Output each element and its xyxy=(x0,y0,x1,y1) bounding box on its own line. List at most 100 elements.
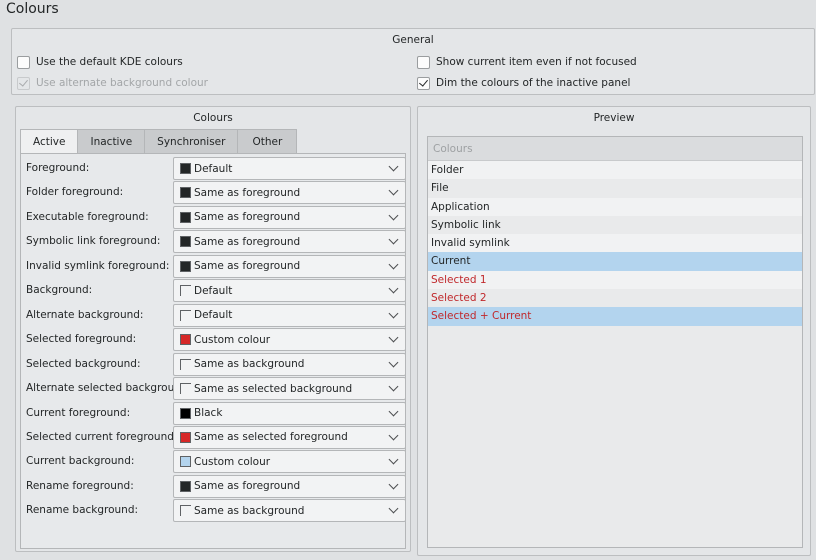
colour-combobox[interactable]: Black xyxy=(173,401,406,425)
colour-swatch xyxy=(180,456,191,468)
chevron-down-icon xyxy=(388,259,399,270)
chevron-down-icon xyxy=(388,332,399,343)
preview-list-item[interactable]: Selected + Current xyxy=(428,307,802,326)
default-kde-colours-option[interactable]: Use the default KDE colours xyxy=(17,54,183,70)
default-kde-colours-label: Use the default KDE colours xyxy=(36,56,183,68)
show-current-item-checkbox[interactable] xyxy=(417,55,430,69)
colours-group: Colours Active Inactive Synchroniser Oth… xyxy=(15,106,411,552)
chevron-down-icon xyxy=(388,381,399,392)
colour-swatch xyxy=(180,358,191,370)
preview-list-item[interactable]: Invalid symlink xyxy=(428,234,802,253)
preview-list-item[interactable]: Current xyxy=(428,252,802,271)
colour-combobox[interactable]: Default xyxy=(173,279,406,303)
colour-swatch xyxy=(180,407,191,419)
colour-combobox-value: Same as foreground xyxy=(194,235,301,248)
default-kde-colours-checkbox[interactable] xyxy=(17,55,30,69)
colour-combobox[interactable]: Default xyxy=(173,157,406,180)
colour-row: Rename background: Same as background xyxy=(23,499,406,523)
colour-combobox[interactable]: Same as background xyxy=(173,499,406,523)
colour-row: Folder foreground: Same as foreground xyxy=(23,181,406,205)
colour-combobox[interactable]: Same as selected background xyxy=(173,377,406,401)
colour-combobox-value: Same as foreground xyxy=(194,480,301,493)
preview-items: Folder File Application Symbolic link Invali… xyxy=(428,161,802,326)
preview-group-title: Preview xyxy=(593,112,635,124)
colour-row-label: Rename foreground: xyxy=(26,479,134,492)
colour-row-label: Alternate selected background: xyxy=(26,382,192,395)
colour-swatch xyxy=(180,334,191,346)
colour-combobox[interactable]: Same as selected foreground xyxy=(173,425,406,449)
dim-inactive-panel-checkbox[interactable] xyxy=(417,76,430,90)
chevron-down-icon xyxy=(388,357,399,368)
colour-row: Invalid symlink foreground: Same as foreg… xyxy=(23,254,406,279)
show-current-item-option[interactable]: Show current item even if not focused xyxy=(417,54,637,70)
preview-list-item[interactable]: File xyxy=(428,179,802,198)
colour-combobox-value: Default xyxy=(194,309,233,322)
show-current-item-label: Show current item even if not focused xyxy=(436,56,637,68)
colour-row-label: Current foreground: xyxy=(26,406,131,419)
colour-row: Current foreground: Black xyxy=(23,401,406,426)
general-group-title: General xyxy=(392,34,434,46)
colour-row-label: Selected current foreground: xyxy=(26,430,178,443)
colour-combobox-value: Same as foreground xyxy=(194,186,301,199)
chevron-down-icon xyxy=(388,210,399,221)
colour-combobox-value: Same as selected background xyxy=(194,382,353,395)
chevron-down-icon xyxy=(388,430,399,441)
colour-combobox-value: Same as foreground xyxy=(194,211,301,224)
chevron-down-icon xyxy=(388,308,399,319)
preview-list-header[interactable]: Colours xyxy=(428,137,802,161)
colour-swatch xyxy=(180,187,191,199)
colour-combobox-value: Default xyxy=(194,284,233,297)
colour-row: Current background: Custom colour xyxy=(23,450,406,474)
colour-row-label: Executable foreground: xyxy=(26,210,149,223)
colours-group-title: Colours xyxy=(193,112,233,124)
preview-list-item[interactable]: Selected 1 xyxy=(428,270,802,290)
colour-combobox[interactable]: Same as foreground xyxy=(173,181,406,205)
dim-inactive-panel-option[interactable]: Dim the colours of the inactive panel xyxy=(417,75,630,91)
colour-row-label: Selected background: xyxy=(26,357,141,370)
chevron-down-icon xyxy=(388,454,399,465)
colour-combobox-value: Black xyxy=(194,407,223,419)
preview-list-item[interactable]: Selected 2 xyxy=(428,289,802,308)
preview-list-item[interactable]: Symbolic link xyxy=(428,215,802,235)
tab-synchroniser[interactable]: Synchroniser xyxy=(144,129,239,153)
general-group: General Use the default KDE colours Show… xyxy=(11,28,815,95)
colour-combobox-value: Same as background xyxy=(194,504,305,517)
colour-row: Executable foreground: Same as foreground xyxy=(23,205,406,230)
colour-swatch xyxy=(180,309,191,321)
colour-row-label: Rename background: xyxy=(26,504,139,517)
chevron-down-icon xyxy=(388,283,399,294)
alternate-background-label: Use alternate background colour xyxy=(36,77,208,89)
colour-swatch xyxy=(180,480,191,492)
colour-row-label: Selected foreground: xyxy=(26,333,137,346)
colour-combobox[interactable]: Same as foreground xyxy=(173,474,406,498)
chevron-down-icon xyxy=(388,479,399,490)
colour-swatch xyxy=(180,285,191,297)
colour-combobox[interactable]: Same as background xyxy=(173,352,406,376)
colour-row-label: Alternate background: xyxy=(26,308,144,321)
preview-list-item[interactable]: Application xyxy=(428,197,802,216)
colour-row: Selected current foreground: Same as sele… xyxy=(23,425,406,450)
colour-combobox[interactable]: Default xyxy=(173,303,406,327)
preview-list[interactable]: Colours Folder File Application Symbolic li… xyxy=(427,136,803,548)
colour-combobox[interactable]: Custom colour xyxy=(173,450,406,474)
preview-list-item[interactable]: Folder xyxy=(428,161,802,180)
tab-other[interactable]: Other xyxy=(237,129,298,153)
alternate-background-option: Use alternate background colour xyxy=(17,75,208,91)
colour-row-label: Current background: xyxy=(26,455,135,468)
colour-swatch xyxy=(180,236,191,248)
alternate-background-checkbox xyxy=(17,76,30,90)
colour-row-label: Symbolic link foreground: xyxy=(26,235,161,248)
colour-row-label: Foreground: xyxy=(26,162,90,174)
colour-combobox-value: Same as selected foreground xyxy=(194,431,348,444)
colour-settings-panel: Foreground: Default Folder foreground: Same… xyxy=(20,153,406,549)
colour-combobox[interactable]: Same as foreground xyxy=(173,254,406,278)
colour-swatch xyxy=(180,260,191,272)
tab-active[interactable]: Active xyxy=(20,129,79,154)
chevron-down-icon xyxy=(388,185,399,196)
colour-combobox[interactable]: Same as foreground xyxy=(173,205,406,229)
colour-combobox-value: Same as foreground xyxy=(194,260,301,273)
tab-inactive[interactable]: Inactive xyxy=(77,129,146,153)
colour-combobox[interactable]: Custom colour xyxy=(173,328,406,352)
colour-combobox[interactable]: Same as foreground xyxy=(173,230,406,254)
colour-row: Rename foreground: Same as foreground xyxy=(23,474,406,499)
